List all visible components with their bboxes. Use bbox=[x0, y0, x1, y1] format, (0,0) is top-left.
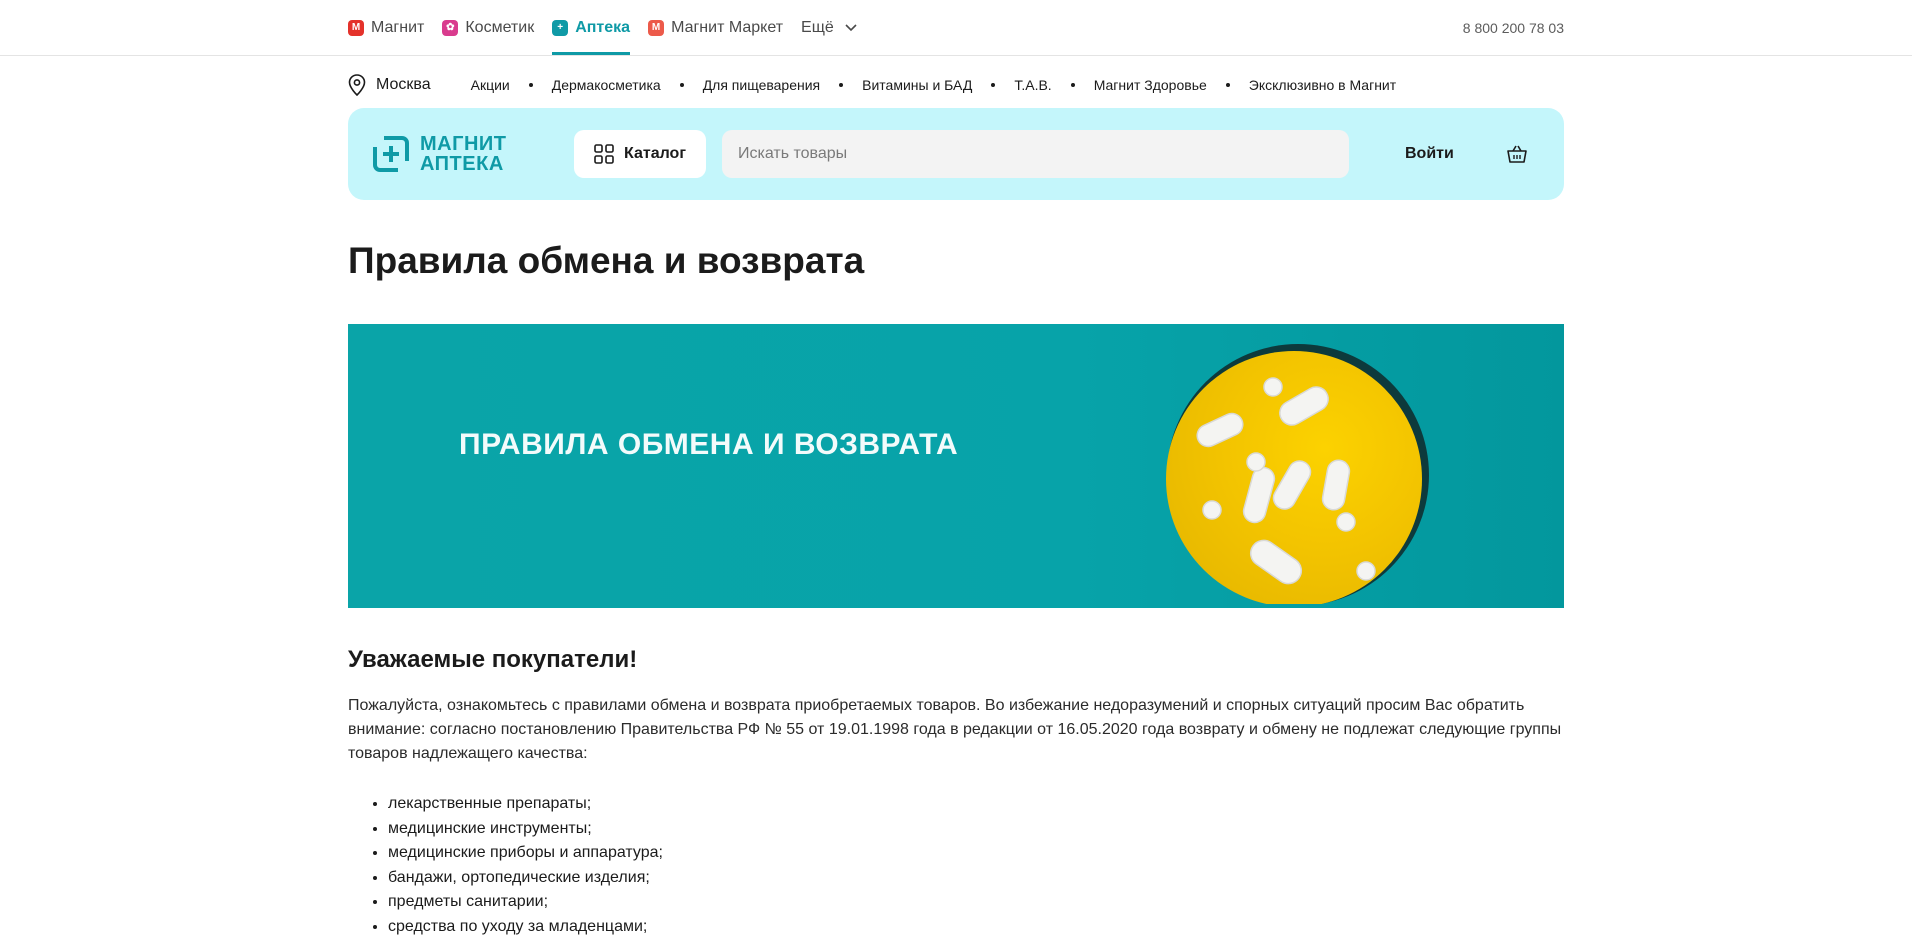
separator-dot bbox=[839, 83, 843, 87]
nav-link-vitamins[interactable]: Витамины и БАД bbox=[862, 77, 972, 93]
nav-link-digestion[interactable]: Для пищеварения bbox=[703, 77, 820, 93]
grid-icon bbox=[594, 144, 614, 164]
category-links: Акции Дермакосметика Для пищеварения Вит… bbox=[471, 77, 1397, 93]
apteka-logo-icon bbox=[372, 135, 410, 173]
separator-dot bbox=[1226, 83, 1230, 87]
sub-navigation: Москва Акции Дермакосметика Для пищеваре… bbox=[348, 68, 1564, 102]
apteka-icon: + bbox=[552, 20, 568, 36]
brand-label: Аптека bbox=[575, 19, 630, 37]
brand-tab-apteka[interactable]: + Аптека bbox=[552, 0, 630, 55]
separator-dot bbox=[1071, 83, 1075, 87]
logo-text: МАГНИТ АПТЕКА bbox=[420, 134, 506, 174]
more-label: Ещё bbox=[801, 19, 834, 37]
list-item: предметы санитарии; bbox=[388, 890, 1604, 915]
kosmetik-icon: ✿ bbox=[442, 20, 458, 36]
list-item: медицинские приборы и аппаратура; bbox=[388, 841, 1604, 866]
separator-dot bbox=[529, 83, 533, 87]
brand-tab-kosmetik[interactable]: ✿ Косметик bbox=[442, 0, 534, 55]
logo-line-1: МАГНИТ bbox=[420, 134, 506, 154]
list-item: лекарственные препараты; bbox=[388, 792, 1604, 817]
market-icon: M bbox=[648, 20, 664, 36]
city-name: Москва bbox=[376, 76, 431, 94]
pills-illustration bbox=[1166, 334, 1436, 604]
location-pin-icon bbox=[348, 74, 366, 96]
brand-label: Косметик bbox=[465, 19, 534, 37]
brand-tab-market[interactable]: M Магнит Маркет bbox=[648, 0, 783, 55]
nav-link-magnit-health[interactable]: Магнит Здоровье bbox=[1094, 77, 1207, 93]
separator-dot bbox=[991, 83, 995, 87]
logo-line-2: АПТЕКА bbox=[420, 154, 506, 174]
login-button[interactable]: Войти bbox=[1405, 145, 1454, 163]
page-title: Правила обмена и возврата bbox=[348, 240, 1564, 282]
list-item: бандажи, ортопедические изделия; bbox=[388, 866, 1604, 891]
catalog-label: Каталог bbox=[624, 145, 686, 163]
logo[interactable]: МАГНИТ АПТЕКА bbox=[372, 134, 562, 174]
cart-button[interactable] bbox=[1506, 144, 1528, 164]
brand-tab-magnit[interactable]: M Магнит bbox=[348, 0, 424, 55]
search-input[interactable] bbox=[722, 130, 1349, 178]
nav-link-exclusive[interactable]: Эксклюзивно в Магнит bbox=[1249, 77, 1396, 93]
site-header: МАГНИТ АПТЕКА Каталог Войти bbox=[348, 108, 1564, 200]
section-title: Уважаемые покупатели! bbox=[348, 646, 1564, 674]
banner-title: ПРАВИЛА ОБМЕНА И ВОЗВРАТА bbox=[459, 428, 958, 462]
phone-number[interactable]: 8 800 200 78 03 bbox=[1463, 20, 1564, 36]
hero-banner: ПРАВИЛА ОБМЕНА И ВОЗВРАТА bbox=[348, 324, 1564, 608]
nav-link-tav[interactable]: Т.А.В. bbox=[1014, 77, 1051, 93]
chevron-down-icon bbox=[844, 21, 858, 35]
brand-bar: M Магнит ✿ Косметик + Аптека M Магнит Ма… bbox=[0, 0, 1912, 56]
non-returnable-list: лекарственные препараты; медицинские инс… bbox=[348, 792, 1604, 939]
more-menu[interactable]: Ещё bbox=[801, 19, 858, 37]
brand-bar-inner: M Магнит ✿ Косметик + Аптека M Магнит Ма… bbox=[348, 0, 1564, 55]
city-selector[interactable]: Москва bbox=[348, 74, 431, 96]
list-item: медицинские инструменты; bbox=[388, 817, 1604, 842]
nav-link-dermakosmetika[interactable]: Дермакосметика bbox=[552, 77, 661, 93]
magnit-icon: M bbox=[348, 20, 364, 36]
brand-label: Магнит bbox=[371, 19, 424, 37]
intro-paragraph: Пожалуйста, ознакомьтесь с правилами обм… bbox=[348, 694, 1564, 766]
brand-label: Магнит Маркет bbox=[671, 19, 783, 37]
nav-link-akcii[interactable]: Акции bbox=[471, 77, 510, 93]
catalog-button[interactable]: Каталог bbox=[574, 130, 706, 178]
basket-icon bbox=[1506, 144, 1528, 164]
separator-dot bbox=[680, 83, 684, 87]
